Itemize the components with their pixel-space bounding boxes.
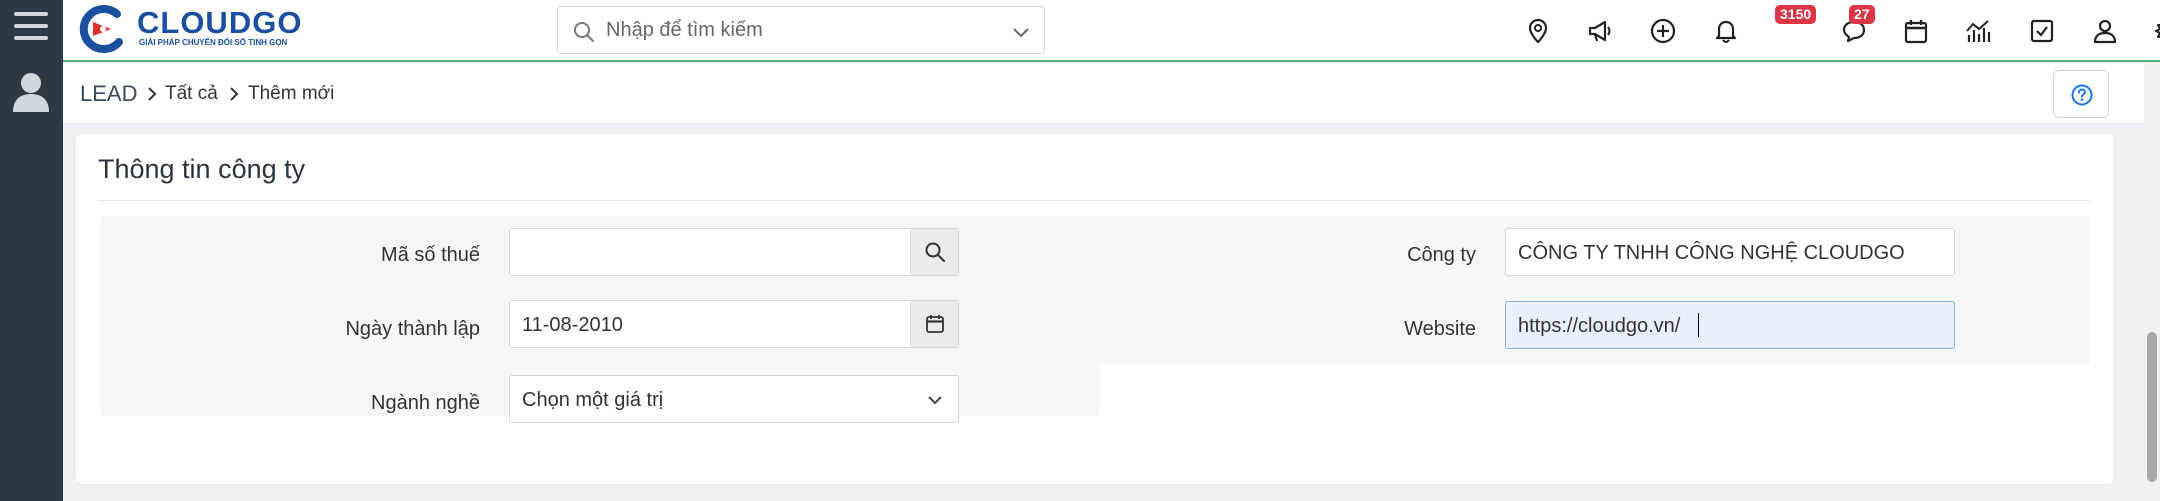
notification-badge: 3150 bbox=[1775, 5, 1817, 24]
calendar-icon[interactable] bbox=[1902, 17, 1930, 45]
global-search[interactable] bbox=[557, 6, 1045, 54]
map-pin-icon[interactable] bbox=[1524, 17, 1552, 45]
website-label: Website bbox=[1404, 318, 1476, 340]
breadcrumb-all[interactable]: Tất cả bbox=[165, 83, 218, 105]
chevron-down-icon bbox=[928, 396, 942, 405]
message-badge: 27 bbox=[1849, 5, 1875, 24]
company-info-card: Thông tin công ty Mã số thuế Ngày thành … bbox=[76, 134, 2114, 484]
search-icon bbox=[574, 22, 594, 42]
breadcrumb-current: Thêm mới bbox=[248, 83, 335, 104]
founded-date-label: Ngày thành lập bbox=[345, 318, 480, 340]
tax-search-button[interactable] bbox=[910, 229, 958, 275]
company-field[interactable]: CÔNG TY TNHH CÔNG NGHỆ CLOUDGO bbox=[1505, 228, 1955, 276]
search-input[interactable] bbox=[606, 15, 986, 45]
help-icon bbox=[2071, 84, 2093, 106]
checkbox-icon[interactable] bbox=[2028, 17, 2056, 45]
company-value: CÔNG TY TNHH CÔNG NGHỆ CLOUDGO bbox=[1518, 242, 1905, 264]
calendar-icon bbox=[926, 315, 944, 333]
cloudgo-logo-icon bbox=[79, 5, 123, 53]
text-cursor bbox=[1698, 313, 1699, 337]
logo-tagline: GIẢI PHÁP CHUYỂN ĐỔI SỐ TINH GỌN bbox=[139, 38, 288, 47]
gear-icon[interactable] bbox=[2154, 17, 2160, 45]
section-divider bbox=[98, 200, 2090, 201]
website-field[interactable]: https://cloudgo.vn/ bbox=[1505, 301, 1955, 349]
industry-label: Ngành nghề bbox=[371, 392, 480, 414]
logo-text: CLOUDGO bbox=[137, 5, 303, 40]
scrollbar-thumb[interactable] bbox=[2147, 332, 2157, 482]
tax-code-field[interactable] bbox=[509, 228, 959, 276]
chevron-down-icon[interactable] bbox=[1012, 23, 1030, 41]
section-title: Thông tin công ty bbox=[98, 154, 306, 184]
website-value: https://cloudgo.vn/ bbox=[1518, 315, 1681, 337]
tax-code-label: Mã số thuế bbox=[381, 244, 480, 266]
breadcrumb-module[interactable]: LEAD bbox=[80, 81, 137, 107]
help-button[interactable] bbox=[2053, 70, 2109, 118]
megaphone-icon[interactable] bbox=[1586, 17, 1614, 45]
user-avatar-icon[interactable] bbox=[12, 72, 50, 112]
industry-value: Chọn một giá trị bbox=[522, 389, 664, 411]
left-sidebar bbox=[0, 0, 63, 501]
founded-date-field[interactable]: 11-08-2010 bbox=[509, 300, 959, 348]
chart-icon[interactable] bbox=[1964, 17, 1992, 45]
user-icon[interactable] bbox=[2091, 17, 2119, 45]
menu-icon[interactable] bbox=[14, 12, 48, 44]
chevron-right-icon bbox=[230, 87, 239, 101]
breadcrumb: LEAD Tất cả Thêm mới bbox=[63, 64, 2160, 124]
founded-date-value: 11-08-2010 bbox=[522, 314, 623, 336]
industry-select[interactable]: Chọn một giá trị bbox=[509, 375, 959, 423]
chevron-right-icon bbox=[148, 87, 157, 101]
date-picker-button[interactable] bbox=[910, 301, 958, 347]
cloudgo-logo[interactable]: CLOUDGO GIẢI PHÁP CHUYỂN ĐỔI SỐ TINH GỌN bbox=[75, 2, 315, 54]
search-icon bbox=[925, 242, 945, 262]
plus-circle-icon[interactable] bbox=[1649, 17, 1677, 45]
bell-icon[interactable] bbox=[1712, 17, 1740, 45]
company-label: Công ty bbox=[1407, 244, 1476, 266]
top-header: CLOUDGO GIẢI PHÁP CHUYỂN ĐỔI SỐ TINH GỌN… bbox=[63, 0, 2160, 62]
